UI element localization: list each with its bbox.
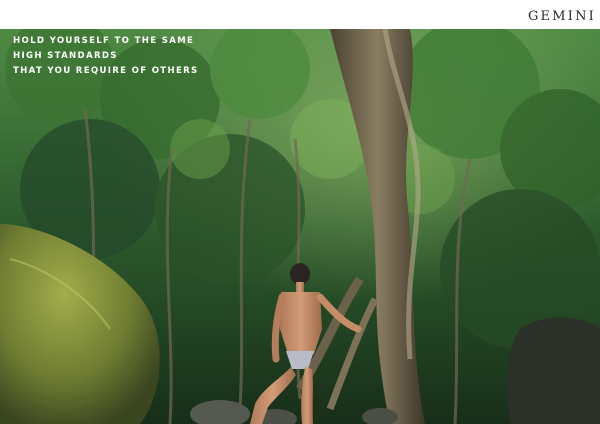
quote-line-2: HIGH STANDARDS	[13, 51, 118, 61]
forest-illustration	[0, 29, 600, 424]
quote-text: HOLD YOURSELF TO THE SAME HIGH STANDARDS…	[13, 34, 199, 79]
top-bar: GEMINI	[0, 0, 600, 29]
brand-logo: GEMINI	[527, 9, 596, 24]
quote-line-1: HOLD YOURSELF TO THE SAME	[13, 36, 195, 46]
quote-line-3: THAT YOU REQUIRE OF OTHERS	[13, 66, 199, 76]
forest-photo	[0, 29, 600, 424]
ad-page: GEMINI HOLD YOURSELF TO THE SAME HIGH ST…	[0, 0, 600, 424]
